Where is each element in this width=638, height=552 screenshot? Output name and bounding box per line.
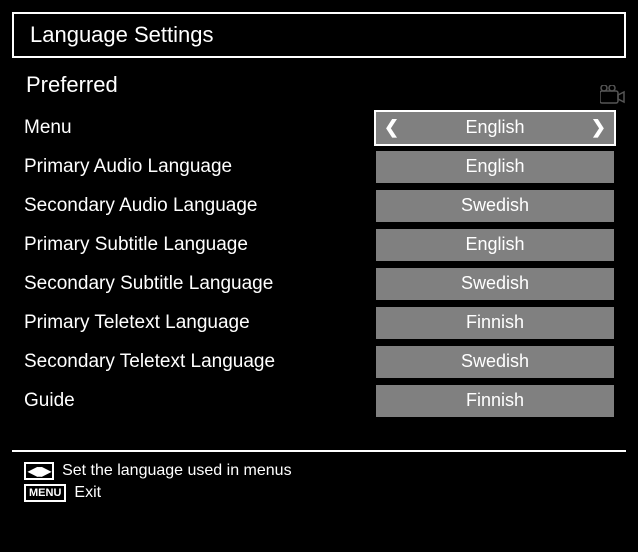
setting-value-selector[interactable]: Finnish [376, 307, 614, 339]
menu-hint-text: Exit [74, 484, 101, 502]
setting-label: Primary Teletext Language [24, 312, 376, 334]
title-bar: Language Settings [12, 12, 626, 58]
setting-value-selector[interactable]: English [376, 151, 614, 183]
setting-row-primary-subtitle[interactable]: Primary Subtitle Language English [24, 225, 614, 264]
setting-value-text: English [465, 117, 524, 138]
page-title: Language Settings [30, 22, 608, 48]
arrow-right-icon[interactable]: ❯ [591, 117, 606, 138]
arrow-left-icon[interactable]: ❮ [384, 117, 399, 138]
setting-label: Menu [24, 117, 376, 139]
setting-value-text: Swedish [461, 351, 529, 372]
setting-row-menu[interactable]: Menu ❮ English ❯ [24, 108, 614, 147]
setting-value-text: English [465, 156, 524, 177]
setting-label: Guide [24, 390, 376, 412]
camera-icon [600, 85, 630, 112]
setting-row-secondary-subtitle[interactable]: Secondary Subtitle Language Swedish [24, 264, 614, 303]
setting-value-text: Swedish [461, 195, 529, 216]
setting-value-selector[interactable]: English [376, 229, 614, 261]
footer-hints: ◀▮▶ Set the language used in menus MENU … [12, 460, 626, 508]
setting-label: Secondary Subtitle Language [24, 273, 376, 295]
setting-row-primary-audio[interactable]: Primary Audio Language English [24, 147, 614, 186]
menu-button-icon: MENU [24, 484, 66, 502]
setting-value-text: Swedish [461, 273, 529, 294]
section-header: Preferred [12, 68, 626, 108]
setting-value-selector[interactable]: Swedish [376, 268, 614, 300]
setting-label: Primary Audio Language [24, 156, 376, 178]
footer-row-nav: ◀▮▶ Set the language used in menus [24, 462, 614, 480]
setting-row-guide[interactable]: Guide Finnish [24, 381, 614, 420]
divider [12, 450, 626, 452]
footer-row-menu: MENU Exit [24, 484, 614, 502]
nav-arrows-icon: ◀▮▶ [24, 462, 54, 480]
setting-value-text: English [465, 234, 524, 255]
settings-list: Menu ❮ English ❯ Primary Audio Language … [12, 108, 626, 420]
setting-value-selector[interactable]: ❮ English ❯ [376, 112, 614, 144]
nav-hint-text: Set the language used in menus [62, 462, 292, 480]
setting-row-secondary-teletext[interactable]: Secondary Teletext Language Swedish [24, 342, 614, 381]
settings-screen: Language Settings Preferred Menu ❮ Engli… [0, 0, 638, 552]
setting-label: Secondary Teletext Language [24, 351, 376, 373]
setting-label: Secondary Audio Language [24, 195, 376, 217]
setting-value-text: Finnish [466, 390, 524, 411]
setting-value-text: Finnish [466, 312, 524, 333]
setting-value-selector[interactable]: Swedish [376, 346, 614, 378]
setting-row-secondary-audio[interactable]: Secondary Audio Language Swedish [24, 186, 614, 225]
setting-value-selector[interactable]: Finnish [376, 385, 614, 417]
setting-value-selector[interactable]: Swedish [376, 190, 614, 222]
setting-row-primary-teletext[interactable]: Primary Teletext Language Finnish [24, 303, 614, 342]
setting-label: Primary Subtitle Language [24, 234, 376, 256]
